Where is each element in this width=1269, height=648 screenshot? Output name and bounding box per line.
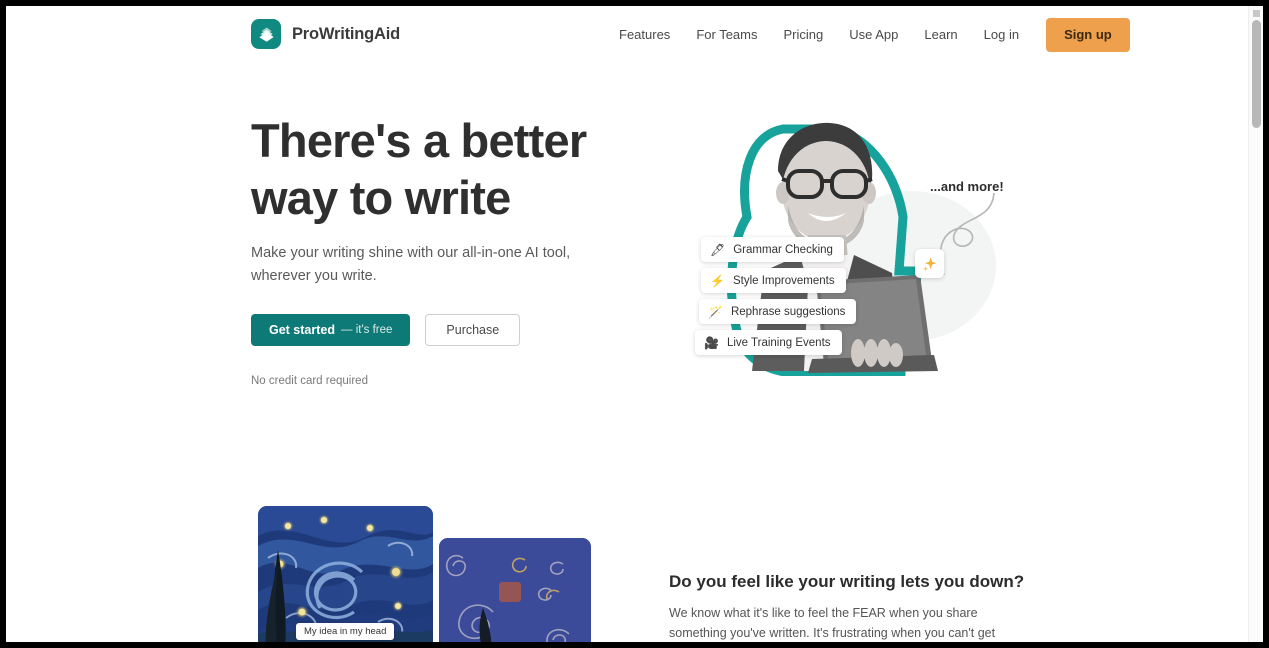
- main-navigation: Features For Teams Pricing Use App Learn…: [606, 18, 1130, 52]
- vertical-scrollbar[interactable]: [1248, 6, 1263, 642]
- painting-caption: My idea in my head: [296, 623, 395, 640]
- hero-heading: There's a better way to write: [251, 114, 587, 224]
- get-started-label: Get started: [269, 323, 335, 337]
- browser-viewport: ProWritingAid Features For Teams Pricing…: [6, 6, 1263, 642]
- nav-item-pricing[interactable]: Pricing: [770, 19, 836, 51]
- scrollbar-thumb[interactable]: [1252, 20, 1261, 128]
- nav-item-for-teams[interactable]: For Teams: [683, 19, 770, 51]
- feature-pill-label: Rephrase suggestions: [730, 305, 846, 318]
- purchase-button[interactable]: Purchase: [425, 314, 521, 346]
- feature-pill-label: Style Improvements: [732, 274, 835, 287]
- nav-item-use-app[interactable]: Use App: [836, 19, 911, 51]
- and-more-label: ...and more!: [930, 179, 1004, 194]
- section-body-text: We know what it's like to feel the FEAR …: [669, 606, 996, 640]
- starry-night-painting: [258, 506, 433, 642]
- sign-up-button[interactable]: Sign up: [1046, 18, 1130, 52]
- brand-logo[interactable]: ProWritingAid: [251, 19, 400, 49]
- hero-cta-group: Get started — it's free Purchase: [251, 314, 521, 346]
- nav-item-features[interactable]: Features: [606, 19, 683, 51]
- brand-name: ProWritingAid: [292, 24, 401, 43]
- nav-item-learn[interactable]: Learn: [911, 19, 970, 51]
- scroll-up-arrow-icon[interactable]: [1253, 10, 1260, 17]
- section-heading: Do you feel like your writing lets you d…: [669, 572, 1025, 591]
- feature-pill-grammar-checking: 🖋 Grammar Checking: [701, 237, 844, 262]
- hero-illustration: ...and more! 🖋 Grammar Checking ⚡ Style …: [666, 101, 1066, 401]
- no-credit-card-note: No credit card required: [251, 375, 368, 387]
- prowritingaid-logo-icon: [251, 19, 281, 49]
- page-content: ProWritingAid Features For Teams Pricing…: [6, 6, 1248, 642]
- get-started-note: — it's free: [341, 324, 393, 336]
- feature-pill-label: Grammar Checking: [733, 243, 833, 256]
- quill-pen-icon: 🖋: [710, 242, 726, 257]
- lightning-bolt-icon: ⚡: [710, 273, 725, 288]
- feature-pill-rephrase-suggestions: 🪄 Rephrase suggestions: [699, 299, 857, 324]
- hero-subheading: Make your writing shine with our all-in-…: [251, 245, 571, 284]
- magic-wand-icon: 🪄: [708, 304, 723, 319]
- nav-item-log-in[interactable]: Log in: [971, 19, 1032, 51]
- video-camera-icon: 🎥: [704, 335, 719, 350]
- site-header: ProWritingAid Features For Teams Pricing…: [6, 6, 1248, 62]
- feature-pill-label: Live Training Events: [726, 336, 831, 349]
- feature-pill-style-improvements: ⚡ Style Improvements: [701, 268, 846, 293]
- sparkles-icon: [915, 249, 944, 278]
- get-started-button[interactable]: Get started — it's free: [251, 314, 411, 346]
- feature-pill-live-training-events: 🎥 Live Training Events: [695, 330, 842, 355]
- simplified-idea-sketch: [439, 538, 591, 642]
